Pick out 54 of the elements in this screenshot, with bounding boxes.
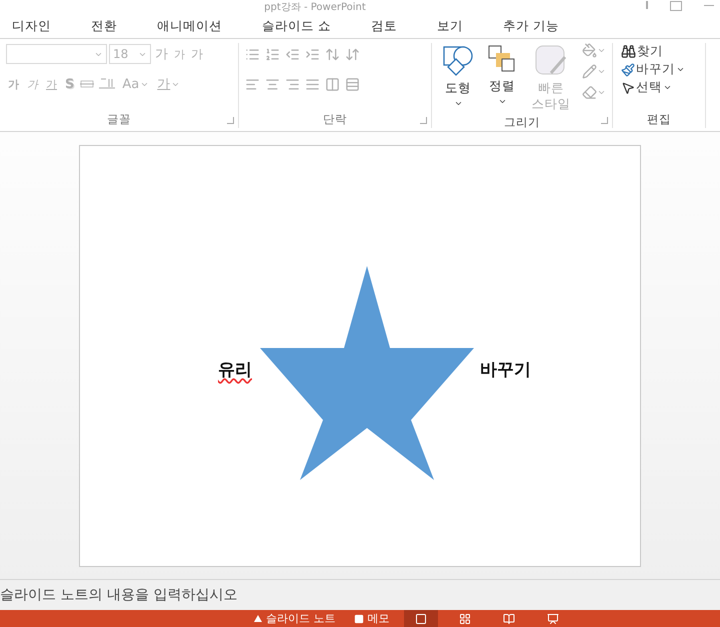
select-button[interactable]: 선택 [619,79,687,96]
dialog-launcher-icon[interactable] [227,117,234,124]
ribbon-tab[interactable]: 디자인 [4,16,59,36]
decrease-indent-icon[interactable] [285,46,300,62]
columns-icon[interactable] [325,76,340,92]
character-spacing-icon[interactable] [98,77,116,91]
shapes-button[interactable]: 도형 [438,43,478,114]
notes-button[interactable]: 슬라이드 노트 [250,611,340,626]
quick-styles-icon [535,45,567,77]
align-right-icon[interactable] [285,76,300,92]
view-icon [502,612,514,624]
shape-outline-icon[interactable] [582,64,606,79]
restore-icon[interactable] [670,1,682,11]
comment-icon [354,614,364,624]
group-label: 편집 [646,112,672,128]
arrange-button[interactable]: 정렬 [484,43,520,114]
align-left-icon[interactable] [245,76,260,92]
ribbon-tab[interactable]: 전환 [83,16,125,36]
slide-text: 유리 [218,359,252,381]
ribbon-tab[interactable]: 애니메이션 [149,16,230,36]
binoculars-icon [621,44,636,59]
group-label: 글꼴 [106,112,132,128]
view-icon [458,612,470,624]
text-direction-icon[interactable] [345,46,360,62]
dialog-launcher-icon[interactable] [601,117,608,124]
group-label: 단락 [322,112,348,128]
view-icon [414,612,426,624]
view-icon [546,612,558,624]
ribbon-tab[interactable]: 추가 기능 [494,16,567,36]
view-button[interactable] [404,610,438,627]
dialog-launcher-icon[interactable] [420,117,427,124]
brush-icon [621,62,635,76]
window-title: ppt강좌 - PowerPoint [264,1,366,14]
group-label: 그리기 [503,114,541,130]
numbering-icon[interactable] [265,46,280,62]
slide-text: 바꾸기 [480,359,531,381]
shape-effects-icon[interactable] [582,85,606,100]
notes-field[interactable]: 슬라이드 노트의 내용을 입력하십시오 [0,587,720,603]
comments-button[interactable]: 메모 [350,611,394,626]
notes-pane[interactable]: 슬라이드 노트의 내용을 입력하십시오 [0,579,720,610]
ribbon-tab[interactable]: 보기 [428,16,471,36]
align-center-icon[interactable] [265,76,280,92]
ribbon-tab[interactable]: 슬라이드 쇼 [254,16,339,36]
pointer-icon [621,80,635,94]
find-button[interactable]: 찾기 [619,43,687,60]
replace-button[interactable]: 바꾸기 [619,61,687,78]
line-spacing-icon[interactable] [325,46,340,62]
align-text-icon[interactable] [345,76,360,92]
shapes-icon [442,45,474,77]
ribbon-tab[interactable]: 검토 [362,16,405,36]
strikethrough-icon[interactable] [80,79,94,89]
caret-up-icon [254,615,262,622]
increase-indent-icon[interactable] [305,46,320,62]
justify-icon[interactable] [305,76,320,92]
